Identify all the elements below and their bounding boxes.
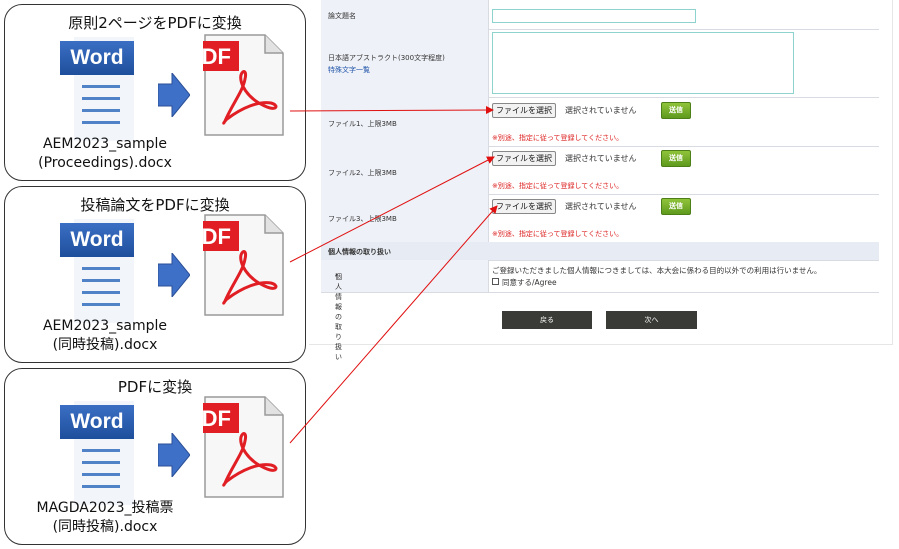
next-button[interactable]: 次へ	[606, 311, 697, 329]
no-file-text: 選択されていません	[565, 202, 637, 211]
convert-arrow-icon	[158, 433, 190, 477]
title-label: 論文題名	[328, 12, 356, 20]
send-button[interactable]: 送信	[661, 198, 691, 215]
word-icon: Word	[60, 37, 134, 141]
send-button[interactable]: 送信	[661, 150, 691, 167]
choose-file-button[interactable]: ファイルを選択	[492, 151, 556, 166]
pdf-label: PDF	[203, 406, 231, 431]
pdf-icon: PDF	[203, 214, 284, 316]
pdf-icon: PDF	[203, 34, 284, 136]
privacy-section-title: 個人情報の取り扱い	[328, 248, 391, 256]
instruction-panel-1: 原則2ページをPDFに変換 Word PDF AEM2023_sample(Pr…	[4, 4, 306, 181]
word-icon: Word	[60, 401, 134, 505]
no-file-text: 選択されていません	[565, 154, 637, 163]
privacy-section-header: 個人情報の取り扱い	[321, 242, 879, 261]
file-label: ファイル1、上限3MB	[328, 120, 397, 128]
submission-form: 論文題名 日本語アブストラクト(300文字程度) 特殊文字一覧 ファイル1、上限…	[309, 0, 893, 361]
agree-checkbox[interactable]	[492, 278, 499, 285]
pdf-icon: PDF	[203, 396, 284, 498]
convert-arrow-icon	[158, 73, 190, 117]
abstract-row: 日本語アブストラクト(300文字程度) 特殊文字一覧	[321, 29, 879, 98]
file-note: ※別途、指定に従って登録してください。	[492, 230, 624, 238]
abstract-textarea[interactable]	[492, 32, 794, 94]
title-row: 論文題名	[321, 0, 879, 30]
abstract-label: 日本語アブストラクト(300文字程度)	[328, 54, 445, 62]
panel-title: 原則2ページをPDFに変換	[68, 14, 242, 32]
file-row-1: ファイル1、上限3MB ファイルを選択 選択されていません 送信 ※別途、指定に…	[321, 97, 879, 147]
title-input[interactable]	[492, 9, 696, 23]
file-name: MAGDA2023_投稿票 (同時投稿).docx	[36, 500, 174, 535]
convert-arrow-icon	[158, 253, 190, 297]
file-label: ファイル3、上限3MB	[328, 215, 397, 223]
back-button[interactable]: 戻る	[502, 311, 592, 329]
panel-title: PDFに変換	[117, 378, 193, 396]
special-chars-link[interactable]: 特殊文字一覧	[328, 65, 370, 75]
choose-file-button[interactable]: ファイルを選択	[492, 103, 556, 118]
privacy-row: 個人情報の取り扱い * ご登録いただきました個人情報につきましては、本大会に係わ…	[321, 260, 879, 361]
send-button[interactable]: 送信	[661, 102, 691, 119]
file-row-2: ファイル2、上限3MB ファイルを選択 選択されていません 送信 ※別途、指定に…	[321, 146, 879, 195]
file-note: ※別途、指定に従って登録してください。	[492, 182, 624, 190]
word-icon: Word	[60, 219, 134, 323]
pdf-label: PDF	[203, 44, 231, 69]
file-name: AEM2023_sample (Proceedings).docx	[38, 136, 172, 171]
file-name: AEM2023_sample (同時投稿).docx	[42, 318, 168, 353]
file-row-3: ファイル3、上限3MB ファイルを選択 選択されていません 送信 ※別途、指定に…	[321, 194, 879, 243]
instruction-panel-3: PDFに変換 Word PDF MAGDA2023_投稿票(同時投稿).docx	[4, 368, 306, 545]
pdf-label: PDF	[203, 224, 231, 249]
required-mark: *	[335, 272, 339, 280]
panel-title: 投稿論文をPDFに変換	[80, 196, 230, 214]
file-label: ファイル2、上限3MB	[328, 169, 397, 177]
agree-label[interactable]: 同意する/Agree	[502, 277, 557, 288]
privacy-text: ご登録いただきました個人情報につきましては、本大会に係わる目的以外での利用は行い…	[492, 266, 822, 275]
file-note: ※別途、指定に従って登録してください。	[492, 134, 624, 142]
instruction-panel-2: 投稿論文をPDFに変換 Word PDF AEM2023_sample(同時投稿…	[4, 186, 306, 363]
no-file-text: 選択されていません	[565, 106, 637, 115]
choose-file-button[interactable]: ファイルを選択	[492, 199, 556, 214]
